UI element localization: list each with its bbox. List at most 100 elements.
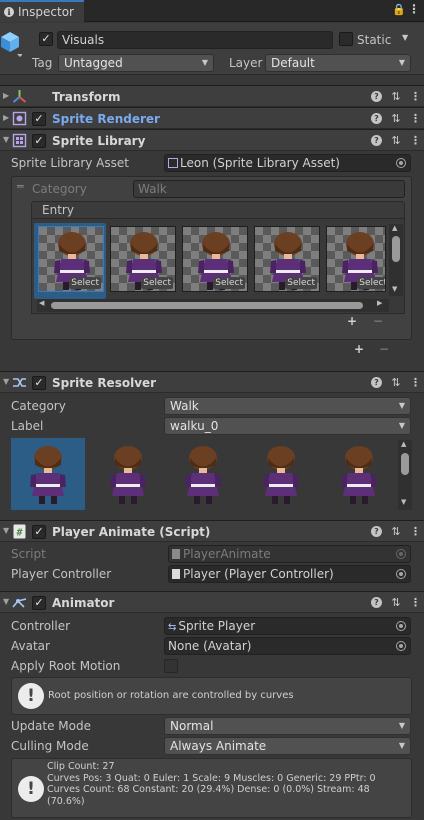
avatar-field[interactable]: None (Avatar) [164,637,411,655]
sprite-library-enabled-checkbox[interactable]: ✓ [32,134,46,148]
help-icon[interactable]: ? [371,135,382,146]
foldout-collapsed-icon[interactable]: ▶ [3,113,9,122]
scroll-left-icon[interactable]: ◀ [39,299,44,307]
animator-enabled-checkbox[interactable]: ✓ [32,596,46,610]
help-icon[interactable]: ? [371,597,382,608]
lock-icon[interactable]: 🔒 [392,3,406,16]
foldout-collapsed-icon[interactable]: ▶ [3,91,9,100]
context-menu-icon[interactable]: ⋮ [410,111,421,126]
object-picker-icon[interactable] [396,621,406,631]
scroll-up-icon[interactable]: ▲ [392,224,397,232]
add-entry-button[interactable]: + [347,314,357,328]
preset-icon[interactable]: ⇅ [390,111,402,126]
resolver-label-label: Label [11,419,44,433]
preset-icon[interactable]: ⇅ [390,375,402,390]
resolver-selected-sprite[interactable] [11,438,85,510]
resolver-scrollbar[interactable]: ▲ ▼ [398,440,412,510]
horizontal-scroll-thumb[interactable] [51,302,363,309]
sprite-library-header[interactable]: ▼ ✓ Sprite Library ? ⇅ ⋮ [0,129,424,151]
resolver-sprite-option[interactable] [322,438,396,510]
object-name-field[interactable]: Visuals [57,31,333,49]
transform-header[interactable]: ▶ Transform ? ⇅ ⋮ [0,85,424,107]
update-mode-dropdown[interactable]: Normal ▼ [164,717,411,735]
player-animate-header[interactable]: ▼ # ✓ Player Animate (Script) ? ⇅ ⋮ [0,520,424,542]
preset-icon[interactable]: ⇅ [390,524,402,539]
category-name-field[interactable]: Walk [133,180,405,198]
foldout-expanded-icon[interactable]: ▼ [3,597,9,606]
layer-value: Default [271,56,315,70]
resolver-scroll-thumb[interactable] [401,453,409,475]
foldout-expanded-icon[interactable]: ▼ [3,526,9,535]
animator-controller-field[interactable]: ⇆ Sprite Player [164,617,411,635]
sprite-library-asset-field[interactable]: Leon (Sprite Library Asset) [164,154,411,172]
sprite-resolver-header[interactable]: ▼ ✓ Sprite Resolver ? ⇅ ⋮ [0,371,424,393]
player-controller-label: Player Controller [11,567,112,581]
entry-vertical-scrollbar[interactable]: ▲ ▼ [389,224,403,296]
select-button[interactable]: Select [69,277,101,289]
foldout-expanded-icon[interactable]: ▼ [3,377,9,386]
resolver-label-dropdown[interactable]: walku_0 ▼ [164,417,411,435]
context-menu-icon[interactable]: ⋮ [410,89,421,104]
resolver-category-dropdown[interactable]: Walk ▼ [164,397,411,415]
context-menu-icon[interactable]: ⋮ [410,524,421,539]
resolver-sprite-option[interactable] [166,438,240,510]
entry-thumbnail[interactable]: Select walku_3 [254,226,320,292]
select-button[interactable]: Select [141,277,173,289]
entry-thumbnail[interactable]: Select walku_1 [110,226,176,292]
add-category-button[interactable]: + [354,342,364,356]
sprite-library-title: Sprite Library [52,134,146,148]
context-menu-icon[interactable]: ⋮ [410,375,421,390]
context-menu-icon[interactable]: ⋮ [410,595,421,610]
player-controller-field[interactable]: Player (Player Controller) [168,565,411,583]
entry-thumbnail[interactable]: Select walku_0 [38,226,104,292]
resolver-sprite-option[interactable] [244,438,318,510]
layer-dropdown[interactable]: Default ▼ [265,54,411,72]
vertical-scroll-thumb[interactable] [392,236,400,262]
preset-icon[interactable]: ⇅ [390,133,402,148]
object-picker-icon[interactable] [396,569,406,579]
foldout-expanded-icon[interactable]: ▼ [3,135,9,144]
remove-category-button[interactable]: − [379,342,389,356]
root-motion-info-box: ! Root position or rotation are controll… [11,677,412,715]
scroll-right-icon[interactable]: ▶ [377,299,382,307]
entry-thumbnail[interactable]: Select walku_4 [326,226,386,292]
gameobject-icon [1,32,22,57]
tab-menu-icon[interactable]: ⋮ [408,2,420,16]
preset-icon[interactable]: ⇅ [390,89,402,104]
remove-entry-button[interactable]: − [373,314,383,328]
culling-mode-dropdown[interactable]: Always Animate ▼ [164,737,411,755]
scroll-down-icon[interactable]: ▼ [401,498,406,506]
active-checkbox[interactable]: ✓ [39,32,53,46]
drag-handle-icon[interactable]: ═ [17,180,24,193]
chevron-down-icon: ▼ [398,401,405,410]
resolver-sprite-option[interactable] [91,438,165,510]
help-icon[interactable]: ? [371,113,382,124]
sprite-resolver-enabled-checkbox[interactable]: ✓ [32,376,46,390]
static-dropdown-icon[interactable]: ▼ [402,33,408,42]
sprite-renderer-enabled-checkbox[interactable]: ✓ [32,112,46,126]
select-button[interactable]: Select [213,277,245,289]
tag-dropdown[interactable]: Untagged ▼ [58,54,214,72]
tab-inspector[interactable]: i Inspector [0,0,84,22]
select-button[interactable]: Select [357,277,385,289]
object-picker-icon[interactable] [396,158,406,168]
help-icon[interactable]: ? [371,526,382,537]
help-icon[interactable]: ? [371,91,382,102]
context-menu-icon[interactable]: ⋮ [410,133,421,148]
entry-header [31,201,405,219]
chevron-down-icon: ▼ [201,58,208,67]
entry-thumbnail[interactable]: Select walku_2 [182,226,248,292]
scroll-down-icon[interactable]: ▼ [392,285,397,293]
select-button[interactable]: Select [285,277,317,289]
scroll-up-icon[interactable]: ▲ [401,440,406,448]
help-icon[interactable]: ? [371,377,382,388]
player-animate-enabled-checkbox[interactable]: ✓ [32,525,46,539]
sprite-library-asset-value: Leon (Sprite Library Asset) [180,156,340,170]
static-checkbox[interactable] [339,32,353,46]
sprite-renderer-header[interactable]: ▶ ✓ Sprite Renderer ? ⇅ ⋮ [0,107,424,129]
object-picker-icon[interactable] [396,641,406,651]
sprite-library-asset-label: Sprite Library Asset [11,156,129,170]
entry-horizontal-scrollbar[interactable]: ◀ ▶ [37,299,389,312]
preset-icon[interactable]: ⇅ [390,595,402,610]
animator-header[interactable]: ▼ ✓ Animator ? ⇅ ⋮ [0,591,424,613]
